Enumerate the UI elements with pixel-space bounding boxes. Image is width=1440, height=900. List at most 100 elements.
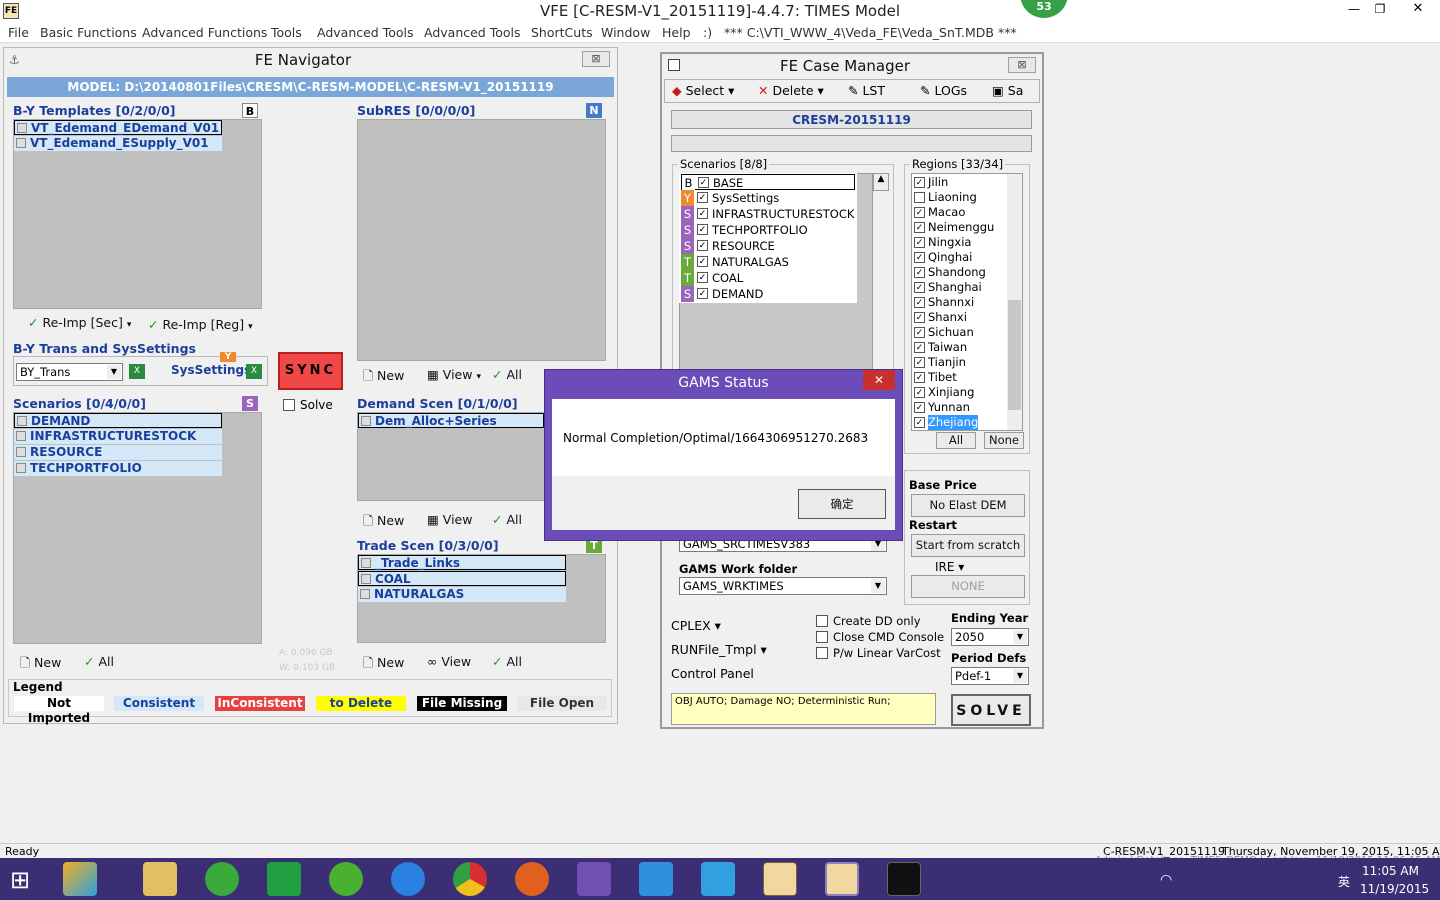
trade-all-button[interactable]: ✓ All (492, 654, 522, 669)
region-row[interactable]: ✓ Yunnan (914, 400, 1007, 415)
scenario-row[interactable]: S ✓ DEMAND (681, 286, 855, 302)
region-checkbox[interactable]: ✓ (914, 342, 925, 353)
region-checkbox[interactable]: ✓ (914, 387, 925, 398)
period-defs-combo[interactable]: Pdef-1 ▼ (951, 667, 1029, 685)
region-row[interactable]: ✓ Tianjin (914, 355, 1007, 370)
cplex-dropdown[interactable]: CPLEX ▾ (671, 618, 721, 633)
logs-button[interactable]: ✎ LOGs (920, 81, 967, 103)
menu-tools[interactable]: Tools (271, 25, 302, 40)
list-item[interactable]: NATURALGAS (358, 587, 566, 602)
region-row[interactable]: ✓ Xinjiang (914, 385, 1007, 400)
scenario-row[interactable]: Y ✓ SysSettings (681, 190, 855, 206)
save-button[interactable]: ▣ Sa (992, 81, 1023, 103)
region-checkbox[interactable]: ✓ (914, 417, 925, 428)
region-row[interactable]: ✓ Macao (914, 205, 1007, 220)
regions-none-button[interactable]: None (984, 432, 1024, 449)
list-item[interactable]: COAL (358, 571, 566, 586)
region-checkbox[interactable]: ✓ (914, 372, 925, 383)
scenario-row[interactable]: T ✓ NATURALGAS (681, 254, 855, 270)
file-explorer-icon[interactable] (143, 862, 177, 896)
region-checkbox[interactable]: ✓ (914, 282, 925, 293)
trade-view-button[interactable]: ∞ View (427, 654, 471, 669)
excel-icon[interactable]: X (129, 364, 145, 379)
region-row[interactable]: ✓ Taiwan (914, 340, 1007, 355)
reimp-sec-button[interactable]: ✓ Re-Imp [Sec] ▾ (28, 315, 131, 330)
menu-advanced-tools-2[interactable]: Advanced Tools (424, 25, 521, 40)
list-item[interactable]: DEMAND (14, 413, 222, 428)
reimp-reg-button[interactable]: ✓ Re-Imp [Reg] ▾ (148, 317, 253, 332)
region-row[interactable]: ✓ Neimenggu (914, 220, 1007, 235)
ending-year-combo[interactable]: 2050 ▼ (951, 628, 1029, 646)
ire-none-button[interactable]: NONE (911, 575, 1025, 598)
share-app-icon[interactable] (701, 862, 735, 896)
delete-button[interactable]: ✕ Delete ▾ (758, 81, 824, 103)
scenario-checkbox[interactable]: ✓ (697, 272, 708, 283)
color-app-icon[interactable] (63, 862, 97, 896)
menu-advanced-tools-1[interactable]: Advanced Tools (317, 25, 414, 40)
region-row[interactable]: ✓ Jilin (914, 175, 1007, 190)
navigator-close-button[interactable]: ⊠ (582, 51, 610, 67)
dialog-ok-button[interactable]: 确定 (798, 489, 886, 519)
case-description[interactable] (671, 135, 1032, 152)
ire-dropdown[interactable]: IRE ▾ (935, 560, 964, 574)
scenario-checkbox[interactable]: ✓ (697, 224, 708, 235)
no-elast-dem-button[interactable]: No Elast DEM (911, 494, 1025, 517)
regions-scroll-thumb[interactable] (1008, 300, 1021, 410)
solve-button[interactable]: SOLVE (951, 694, 1031, 726)
demand-all-button[interactable]: ✓ All (492, 512, 522, 527)
region-checkbox[interactable]: ✓ (914, 402, 925, 413)
clock-date[interactable]: 11/19/2015 (1360, 882, 1429, 896)
menu-shortcuts[interactable]: ShortCuts (531, 25, 593, 40)
ime-indicator[interactable]: 英 (1338, 873, 1350, 890)
region-checkbox[interactable]: ✓ (914, 252, 925, 263)
region-row[interactable]: ✓ Shanxi (914, 310, 1007, 325)
region-row[interactable]: ✓ Sichuan (914, 325, 1007, 340)
clock-time[interactable]: 11:05 AM (1362, 864, 1419, 878)
solve-checkbox[interactable] (283, 399, 295, 411)
work-folder-combo[interactable]: GAMS_WRKTIMES ▼ (679, 577, 887, 595)
scenarios-all-button[interactable]: ✓ All (84, 654, 114, 669)
region-row[interactable]: ✓ Tibet (914, 370, 1007, 385)
region-row[interactable]: ✓ Ningxia (914, 235, 1007, 250)
scenario-checkbox[interactable]: ✓ (697, 240, 708, 251)
scenario-checkbox[interactable]: ✓ (697, 256, 708, 267)
sync-button[interactable]: SYNC (278, 352, 343, 390)
create-dd-checkbox[interactable] (816, 615, 828, 627)
list-item[interactable]: INFRASTRUCTURESTOCK (14, 429, 222, 444)
syssettings-label[interactable]: SysSettings (171, 363, 251, 377)
list-item[interactable]: VT_Edemand_ESupply_V01 (14, 136, 222, 151)
demand-view-button[interactable]: ▦ View (427, 512, 472, 527)
region-checkbox[interactable]: ✓ (914, 327, 925, 338)
start-from-scratch-button[interactable]: Start from scratch (911, 534, 1025, 557)
subres-all-button[interactable]: ✓ All (492, 367, 522, 382)
subres-new-button[interactable]: 🗋 New (363, 367, 404, 388)
fe-app-icon[interactable] (825, 862, 859, 896)
control-text-area[interactable]: OBJ AUTO; Damage NO; Deterministic Run; (671, 693, 936, 725)
scenario-row[interactable]: S ✓ TECHPORTFOLIO (681, 222, 855, 238)
region-checkbox[interactable] (914, 192, 925, 203)
bird-app-icon[interactable] (329, 862, 363, 896)
region-row[interactable]: ✓ Shannxi (914, 295, 1007, 310)
region-checkbox[interactable]: ✓ (914, 237, 925, 248)
dialog-close-button[interactable]: ✕ (863, 370, 895, 390)
region-checkbox[interactable]: ✓ (914, 312, 925, 323)
scenario-row[interactable]: S ✓ RESOURCE (681, 238, 855, 254)
scroll-up-button[interactable]: ▲ (873, 173, 889, 191)
console-icon[interactable] (887, 862, 921, 896)
refresh-app-icon[interactable] (205, 862, 239, 896)
excel-icon[interactable]: X (246, 364, 262, 379)
wifi-icon[interactable]: ◠ (1160, 872, 1172, 888)
runfile-dropdown[interactable]: RUNFile_Tmpl ▾ (671, 642, 767, 657)
scenario-checkbox[interactable]: ✓ (697, 288, 708, 299)
region-row[interactable]: ✓ Zhejiang (914, 415, 1007, 430)
close-button[interactable]: ✕ (1396, 1, 1440, 21)
demand-new-button[interactable]: 🗋 New (363, 512, 404, 533)
region-checkbox[interactable]: ✓ (914, 222, 925, 233)
menu-basic-functions[interactable]: Basic Functions (40, 25, 137, 40)
scenario-checkbox[interactable]: ✓ (697, 192, 708, 203)
subres-view-button[interactable]: ▦ View ▾ (427, 367, 481, 382)
scenario-checkbox[interactable]: ✓ (697, 208, 708, 219)
store-icon[interactable] (267, 862, 301, 896)
case-manager-close-button[interactable]: ⊠ (1008, 57, 1036, 73)
region-checkbox[interactable]: ✓ (914, 267, 925, 278)
